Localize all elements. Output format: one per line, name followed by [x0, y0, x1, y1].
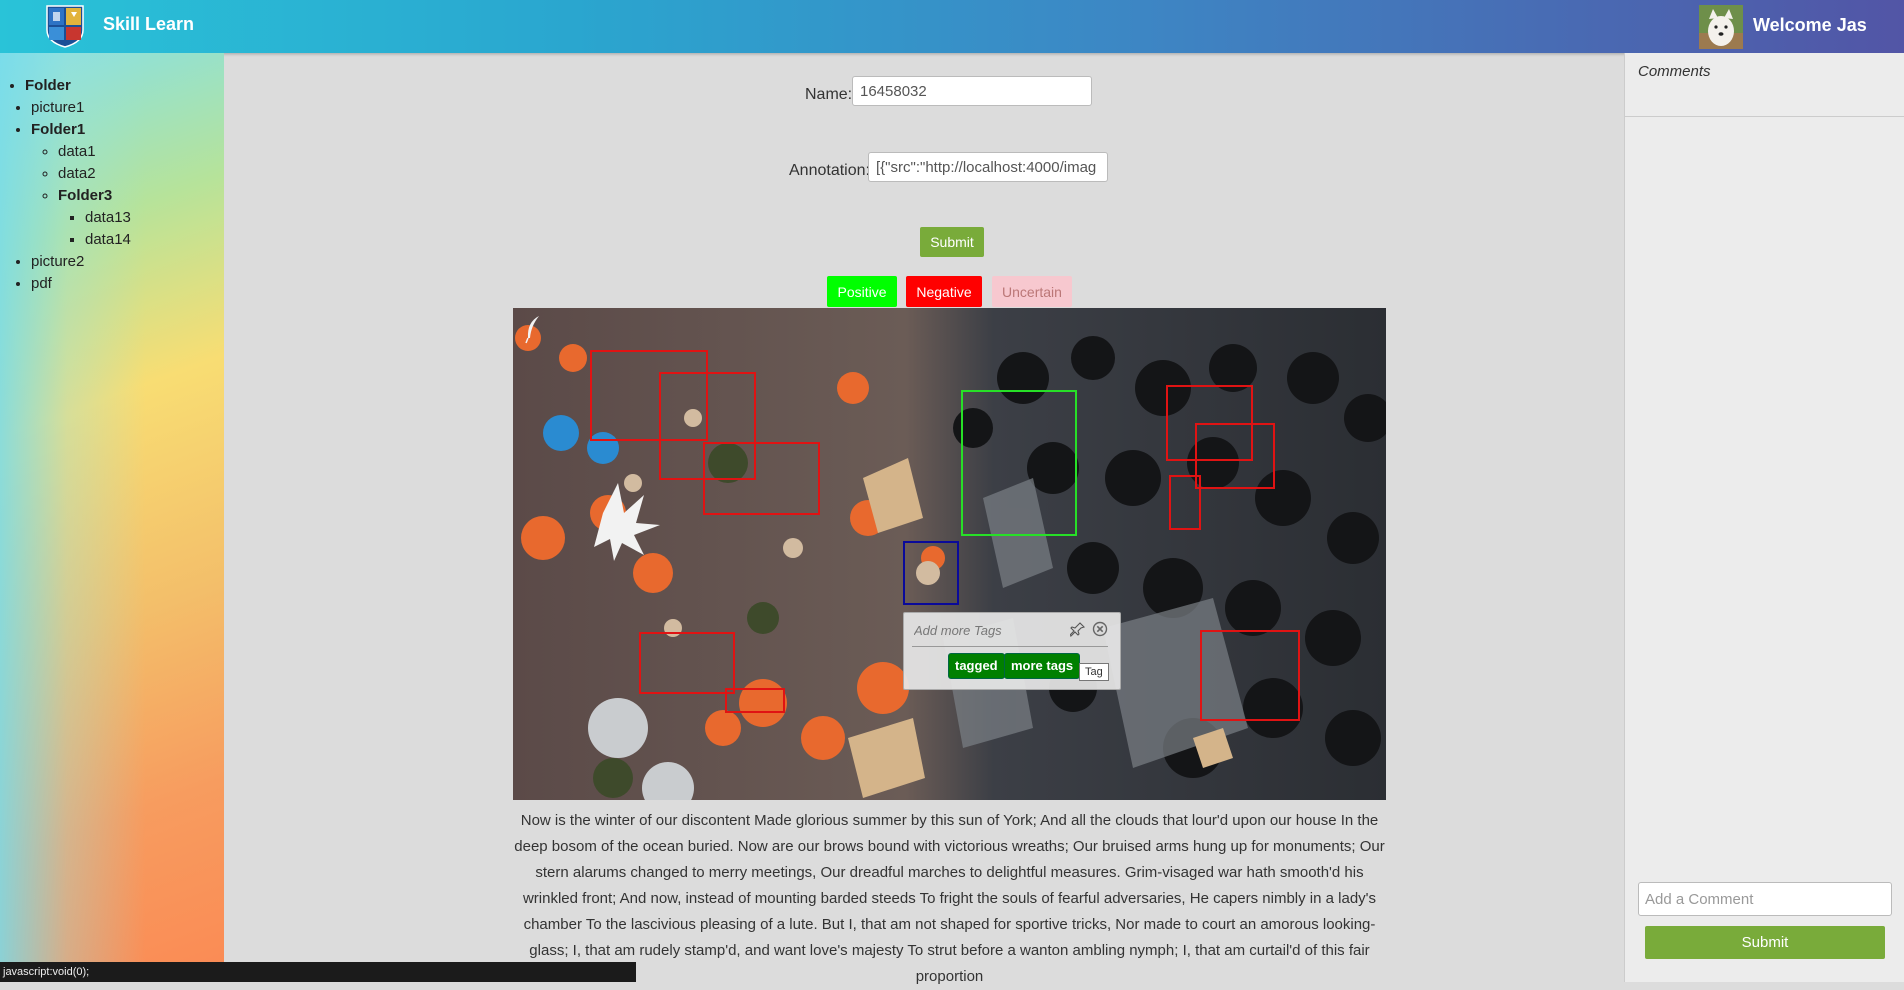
tree-folder-root[interactable]: Folder — [25, 75, 71, 97]
tree-folder-folder3[interactable]: Folder3 data13 data14 — [58, 185, 131, 251]
tag-editor-popup: tagged more tags Tag — [903, 612, 1121, 690]
annotation-input[interactable] — [868, 152, 1108, 182]
close-circle-icon[interactable] — [1092, 621, 1108, 637]
tag-tooltip: Tag — [1079, 663, 1109, 681]
annotation-box-selected[interactable] — [961, 390, 1077, 536]
tag-chip[interactable]: tagged — [948, 653, 1005, 679]
comments-divider — [1625, 116, 1904, 117]
add-comment-input[interactable] — [1638, 882, 1892, 916]
tree-item-picture2[interactable]: picture2 — [31, 251, 131, 273]
tag-divider — [912, 646, 1108, 647]
form-submit-button[interactable]: Submit — [920, 227, 984, 257]
brand-title[interactable]: Skill Learn — [103, 14, 194, 35]
annotation-box[interactable] — [1200, 630, 1300, 721]
browser-status-bar: javascript:void(0); — [0, 962, 636, 982]
name-input[interactable] — [852, 76, 1092, 106]
annotation-box[interactable] — [703, 442, 820, 515]
user-avatar[interactable] — [1699, 5, 1743, 49]
tree-item-data14[interactable]: data14 — [85, 229, 131, 251]
logo-shield-icon[interactable] — [45, 4, 85, 48]
annotation-box[interactable] — [639, 632, 735, 694]
tag-chip[interactable]: more tags — [1004, 653, 1081, 679]
tag-pin-icon[interactable] — [1070, 621, 1086, 637]
comments-title: Comments — [1638, 63, 1711, 80]
annotation-label: Annotation: — [789, 162, 870, 179]
feather-icon — [525, 316, 539, 344]
comment-submit-button[interactable]: Submit — [1645, 926, 1885, 959]
tree-item-picture1[interactable]: picture1 — [31, 97, 131, 119]
name-label: Name: — [805, 86, 853, 103]
description-text: Now is the winter of our discontent Made… — [514, 812, 1385, 985]
tree-folder-folder1[interactable]: Folder1 data1 data2 Folder3 data13 data1… — [31, 119, 131, 251]
welcome-user-text[interactable]: Welcome Jas — [1753, 15, 1867, 36]
top-header: Skill Learn Welcome Jas — [0, 0, 1904, 53]
annotation-box-active[interactable] — [903, 541, 959, 605]
add-tags-input[interactable] — [912, 618, 1066, 642]
tree-item-data13[interactable]: data13 — [85, 207, 131, 229]
annotated-photo[interactable]: tagged more tags Tag — [513, 308, 1386, 800]
negative-button[interactable]: Negative — [906, 276, 982, 307]
avatar-dog-icon — [1699, 5, 1743, 49]
positive-button[interactable]: Positive — [827, 276, 897, 307]
uncertain-button[interactable]: Uncertain — [992, 276, 1072, 307]
file-tree-sidebar: Folder picture1 Folder1 data1 data2 Fold… — [0, 53, 224, 982]
comments-panel: Comments Submit — [1624, 53, 1904, 982]
tree-item-data2[interactable]: data2 — [58, 163, 131, 185]
annotation-box[interactable] — [1195, 423, 1275, 489]
annotation-box[interactable] — [1169, 475, 1201, 530]
tree-item-pdf[interactable]: pdf — [31, 273, 131, 295]
tree-item-data1[interactable]: data1 — [58, 141, 131, 163]
annotation-box[interactable] — [725, 688, 785, 713]
